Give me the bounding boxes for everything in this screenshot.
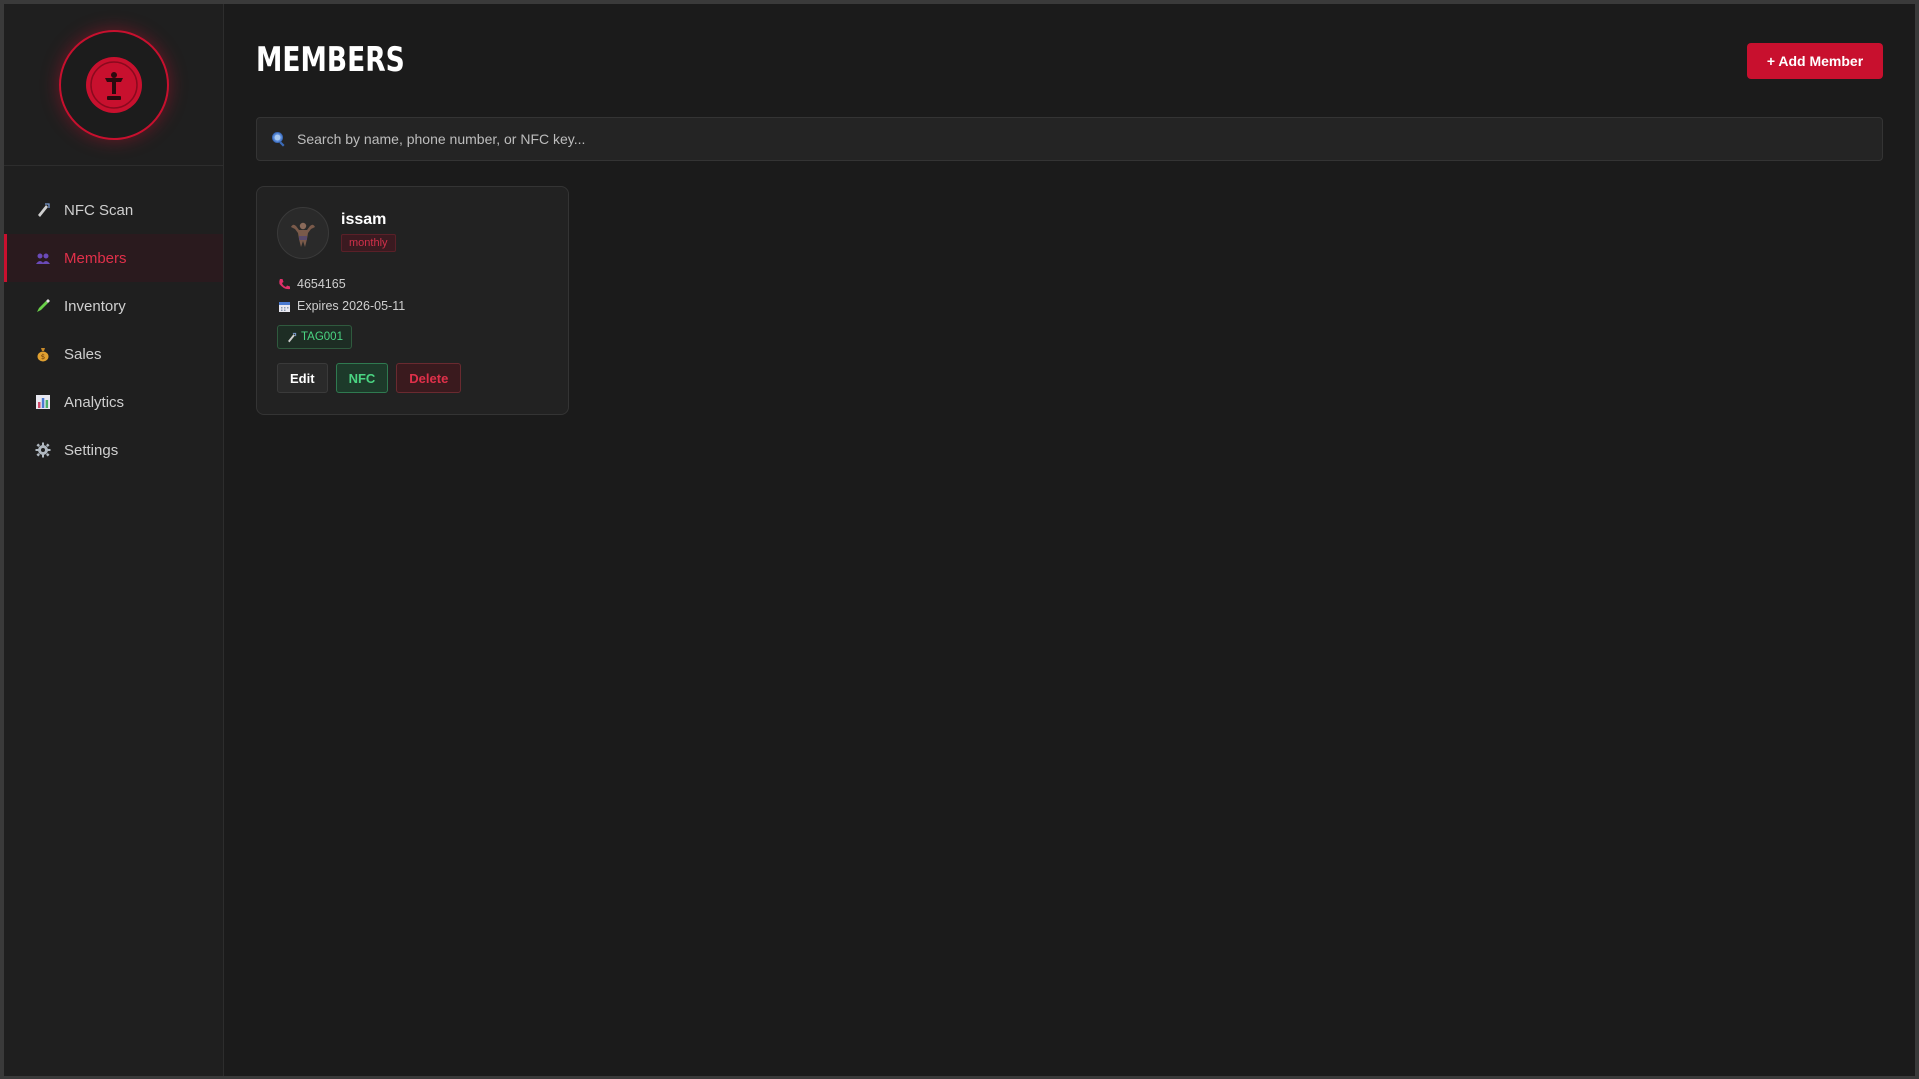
member-card-header: issam monthly (277, 207, 548, 259)
members-icon (34, 249, 52, 267)
sidebar-item-settings[interactable]: Settings (4, 426, 223, 474)
sidebar-item-label: Inventory (64, 297, 126, 315)
sidebar-item-sales[interactable]: $ Sales (4, 330, 223, 378)
sidebar-item-label: Settings (64, 441, 119, 459)
chart-icon (34, 393, 52, 411)
sidebar-item-label: Analytics (64, 393, 125, 411)
calendar-icon (277, 299, 291, 313)
app-window: NFC Scan Members Inventory $ Sales Analy… (4, 4, 1915, 1076)
member-actions: Edit NFC Delete (277, 363, 548, 393)
plan-badge: monthly (341, 234, 396, 252)
sidebar-item-members[interactable]: Members (4, 234, 223, 282)
member-info: issam monthly (341, 207, 396, 252)
nfc-tag-badge: TAG001 (277, 325, 352, 349)
sidebar-item-inventory[interactable]: Inventory (4, 282, 223, 330)
bodybuilder-icon (291, 222, 315, 247)
money-bag-icon: $ (34, 345, 52, 363)
page-title: MEMBERS (256, 40, 405, 80)
logo-emblem-icon (85, 56, 142, 113)
sidebar-item-label: Sales (64, 345, 102, 363)
search-bar (256, 117, 1883, 161)
sidebar: NFC Scan Members Inventory $ Sales Analy… (4, 4, 224, 1076)
nfc-button[interactable]: NFC (335, 363, 389, 393)
phone-row: 4654165 (277, 273, 548, 295)
sidebar-item-label: NFC Scan (64, 201, 134, 219)
add-member-button[interactable]: + Add Member (1747, 43, 1883, 79)
member-name: issam (341, 211, 387, 228)
nfc-icon (34, 201, 52, 219)
sidebar-item-analytics[interactable]: Analytics (4, 378, 223, 426)
edit-button[interactable]: Edit (277, 363, 328, 393)
expiry-row: Expires 2026-05-11 (277, 295, 548, 317)
sidebar-item-nfc-scan[interactable]: NFC Scan (4, 186, 223, 234)
delete-button[interactable]: Delete (396, 363, 462, 393)
member-phone: 4654165 (297, 277, 346, 291)
nfc-tag-label: TAG001 (301, 331, 343, 343)
logo-area (4, 4, 223, 166)
sidebar-nav: NFC Scan Members Inventory $ Sales Analy… (4, 166, 223, 474)
main-content: MEMBERS + Add Member issam monthly (224, 4, 1915, 1076)
phone-icon (277, 277, 291, 291)
inventory-icon (34, 297, 52, 315)
svg-text:$: $ (41, 353, 45, 361)
nfc-icon (286, 332, 297, 343)
avatar (277, 207, 329, 259)
member-expiry: Expires 2026-05-11 (297, 299, 406, 313)
gear-icon (34, 441, 52, 459)
search-input[interactable] (297, 131, 1882, 147)
search-icon (271, 131, 287, 147)
gym-logo (58, 29, 169, 140)
sidebar-item-label: Members (64, 249, 127, 267)
member-card: issam monthly 4654165 Expires 2026-05-11 (256, 186, 569, 415)
